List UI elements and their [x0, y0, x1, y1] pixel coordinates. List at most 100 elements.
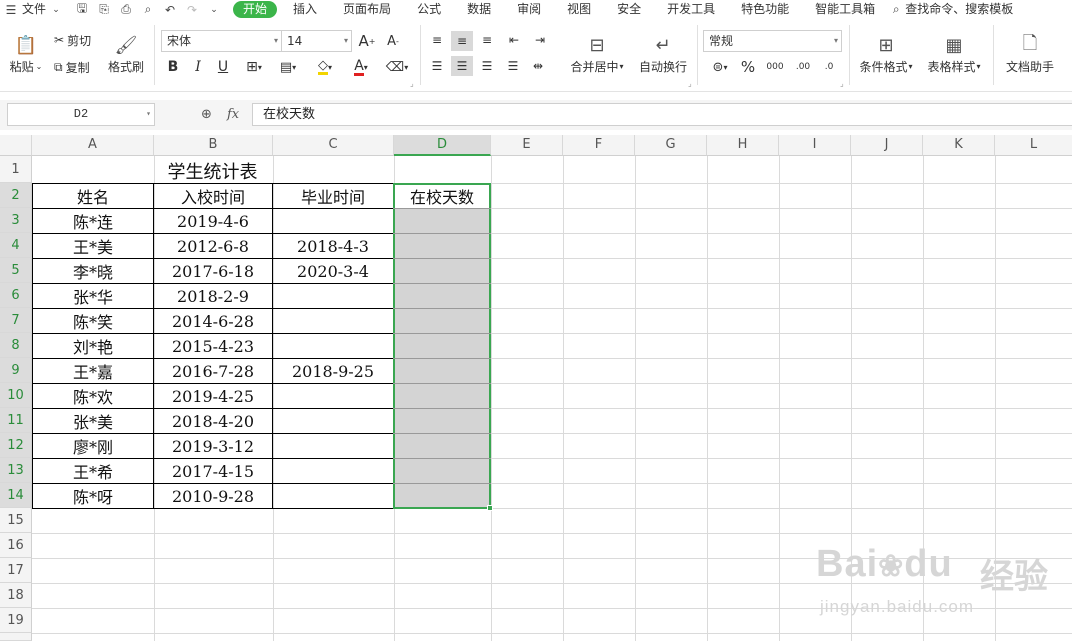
file-menu[interactable]: 文件	[22, 0, 46, 19]
cell-name[interactable]: 李*晓	[33, 259, 153, 283]
column-header-d[interactable]: D	[394, 135, 491, 156]
align-top-icon[interactable]: ≡	[427, 31, 447, 49]
number-format-select[interactable]: 常规 ▾	[703, 30, 842, 52]
cell-graduation-date[interactable]: 2018-4-3	[273, 234, 393, 258]
cell-name[interactable]: 王*美	[33, 234, 153, 258]
align-center-icon[interactable]: ☰	[451, 56, 473, 76]
header-graduation-date[interactable]: 毕业时间	[273, 184, 393, 208]
indent-icon[interactable]: ⇥	[530, 31, 550, 49]
chevron-down-icon[interactable]: ⌄	[49, 3, 63, 17]
tab-developer[interactable]: 开发工具	[667, 0, 715, 19]
tab-smart-toolbox[interactable]: 智能工具箱	[815, 0, 875, 19]
font-size-select[interactable]: 14 ▾	[281, 30, 352, 52]
cell-enroll-date[interactable]: 2019-4-25	[154, 384, 272, 408]
sheet-title[interactable]: 学生统计表	[32, 159, 393, 183]
undo-icon[interactable]: ↶	[163, 3, 177, 17]
export-icon[interactable]: ⎘	[97, 2, 111, 17]
print-preview-icon[interactable]: ⌕	[141, 2, 155, 17]
cell-graduation-date[interactable]: 2018-9-25	[273, 359, 393, 383]
wrap-text-button[interactable]: ↵ 自动换行	[635, 29, 691, 79]
tab-page-layout[interactable]: 页面布局	[343, 0, 391, 19]
cell-enroll-date[interactable]: 2014-6-28	[154, 309, 272, 333]
bold-button[interactable]: B	[165, 57, 181, 77]
column-header-k[interactable]: K	[923, 135, 995, 156]
italic-button[interactable]: I	[190, 57, 206, 77]
cell-enroll-date[interactable]: 2016-7-28	[154, 359, 272, 383]
quick-access-more-icon[interactable]: ⌄	[207, 3, 221, 17]
row-header-14[interactable]: 14	[0, 483, 32, 508]
cell-graduation-date[interactable]	[273, 209, 393, 233]
merge-center-button[interactable]: ⊟ 合并居中 ▾	[564, 29, 630, 79]
cell-graduation-date[interactable]	[273, 484, 393, 508]
row-header-17[interactable]: 17	[0, 558, 32, 583]
menu-icon[interactable]: ☰	[4, 3, 18, 17]
distributed-icon[interactable]: ⇹	[528, 57, 548, 75]
header-enroll-date[interactable]: 入校时间	[154, 184, 272, 208]
column-header-a[interactable]: A	[32, 135, 154, 156]
column-header-h[interactable]: H	[707, 135, 779, 156]
column-header-l[interactable]: L	[995, 135, 1072, 156]
borders-icon[interactable]: ⊞ ▾	[241, 57, 267, 77]
row-header-5[interactable]: 5	[0, 258, 32, 283]
row-header-16[interactable]: 16	[0, 533, 32, 558]
row-header-18[interactable]: 18	[0, 583, 32, 608]
paste-button[interactable]: 📋 粘贴 ⌄	[8, 29, 44, 79]
expand-icon[interactable]: ⌟	[410, 79, 414, 88]
header-name[interactable]: 姓名	[33, 184, 153, 208]
cell-enroll-date[interactable]: 2012-6-8	[154, 234, 272, 258]
copy-button[interactable]: ⧉ 复制	[54, 58, 90, 76]
cell-name[interactable]: 廖*刚	[33, 434, 153, 458]
underline-button[interactable]: U	[215, 57, 231, 77]
align-middle-icon[interactable]: ≡	[451, 31, 473, 51]
percent-button[interactable]: %	[739, 57, 757, 77]
font-color-button[interactable]: A ▾	[347, 57, 375, 77]
cell-graduation-date[interactable]	[273, 409, 393, 433]
cell-enroll-date[interactable]: 2019-4-6	[154, 209, 272, 233]
cell-graduation-date[interactable]	[273, 334, 393, 358]
cell-enroll-date[interactable]: 2018-4-20	[154, 409, 272, 433]
grow-font-icon[interactable]: A +	[358, 31, 376, 51]
cell-name[interactable]: 陈*呀	[33, 484, 153, 508]
tab-formulas[interactable]: 公式	[417, 0, 441, 19]
cell-name[interactable]: 陈*笑	[33, 309, 153, 333]
row-header-20[interactable]	[0, 633, 32, 641]
column-header-f[interactable]: F	[563, 135, 635, 156]
expand-icon[interactable]: ⌟	[688, 79, 692, 88]
row-header-11[interactable]: 11	[0, 408, 32, 433]
cut-button[interactable]: ✂ 剪切	[54, 31, 91, 49]
tab-insert[interactable]: 插入	[293, 0, 317, 19]
thousands-button[interactable]: 000	[764, 57, 786, 77]
cell-name[interactable]: 王*嘉	[33, 359, 153, 383]
selected-range[interactable]	[393, 183, 491, 509]
cell-graduation-date[interactable]: 2020-3-4	[273, 259, 393, 283]
outdent-icon[interactable]: ⇤	[504, 31, 524, 49]
align-right-icon[interactable]: ☰	[477, 57, 497, 75]
column-header-b[interactable]: B	[154, 135, 273, 156]
select-all-corner[interactable]	[0, 135, 32, 156]
cell-graduation-date[interactable]	[273, 434, 393, 458]
cell-name[interactable]: 王*希	[33, 459, 153, 483]
row-header-8[interactable]: 8	[0, 333, 32, 358]
row-header-2[interactable]: 2	[0, 183, 32, 208]
cell-enroll-date[interactable]: 2019-3-12	[154, 434, 272, 458]
column-header-i[interactable]: I	[779, 135, 851, 156]
tab-data[interactable]: 数据	[467, 0, 491, 19]
cell-name[interactable]: 张*美	[33, 409, 153, 433]
tab-review[interactable]: 审阅	[517, 0, 541, 19]
row-header-6[interactable]: 6	[0, 283, 32, 308]
tab-special-features[interactable]: 特色功能	[741, 0, 789, 19]
fill-handle[interactable]	[487, 505, 493, 511]
conditional-format-button[interactable]: ⊞ 条件格式 ▾	[855, 29, 917, 79]
tab-view[interactable]: 视图	[567, 0, 591, 19]
shrink-font-icon[interactable]: A-	[384, 31, 402, 51]
column-header-c[interactable]: C	[273, 135, 394, 156]
font-name-select[interactable]: 宋体 ▾	[161, 30, 282, 52]
table-style-button[interactable]: ▦ 表格样式 ▾	[923, 29, 985, 79]
column-header-g[interactable]: G	[635, 135, 707, 156]
formula-input[interactable]: 在校天数	[252, 103, 1072, 126]
cell-enroll-date[interactable]: 2017-6-18	[154, 259, 272, 283]
tab-home[interactable]: 开始	[233, 1, 278, 18]
doc-helper-button[interactable]: 🗋 文档助手	[1001, 29, 1059, 79]
cell-name[interactable]: 张*华	[33, 284, 153, 308]
justify-icon[interactable]: ☰	[503, 57, 523, 75]
